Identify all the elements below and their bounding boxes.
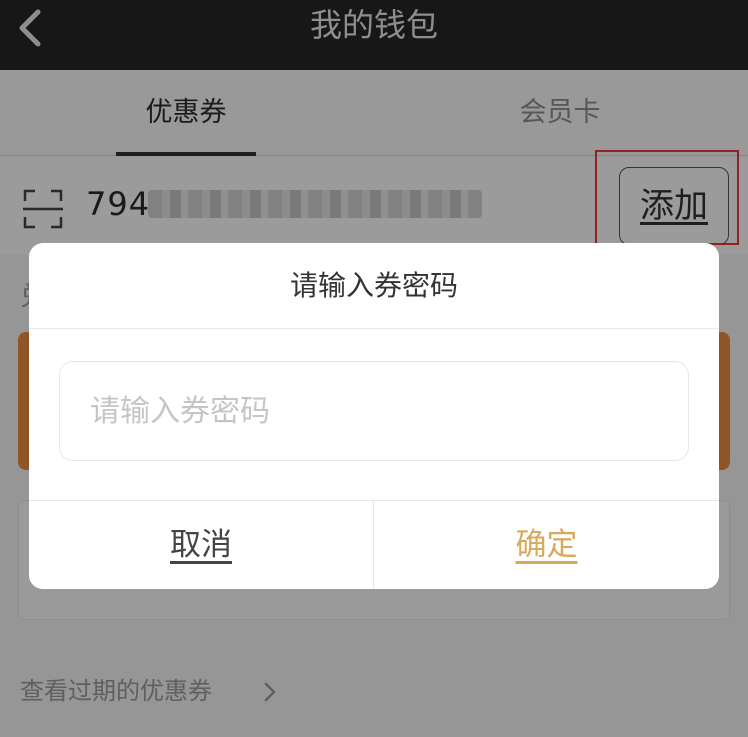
dialog-actions: 取消 确定 xyxy=(29,500,719,589)
confirm-button[interactable]: 确定 xyxy=(374,501,719,589)
coupon-password-input[interactable] xyxy=(59,361,689,461)
coupon-password-dialog: 请输入券密码 取消 确定 xyxy=(29,243,719,589)
dialog-title: 请输入券密码 xyxy=(29,243,719,329)
cancel-button[interactable]: 取消 xyxy=(29,501,374,589)
